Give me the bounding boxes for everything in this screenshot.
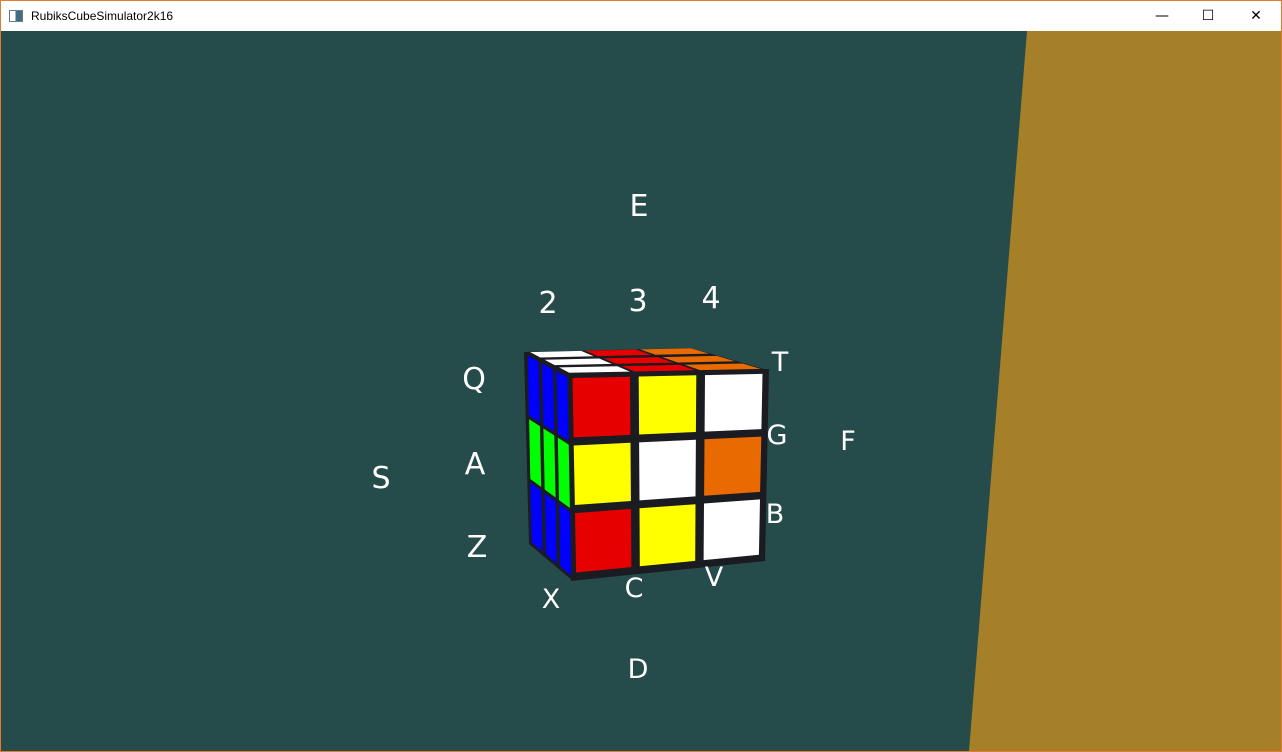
key-label-e: E [630,189,649,224]
left-face-sticker-0-2 [556,371,569,441]
window-controls: — ☐ ✕ [1139,1,1281,31]
window-title: RubiksCubeSimulator2k16 [31,9,174,23]
cube-stickers [527,348,763,576]
key-label-x: X [542,584,561,615]
front-face-sticker-0-0 [572,376,631,438]
title-bar[interactable]: RubiksCubeSimulator2k16 — ☐ ✕ [1,1,1281,31]
front-face-sticker-1-1 [639,439,696,501]
left-face-sticker-0-1 [542,363,555,432]
rubiks-cube[interactable] [524,348,771,581]
front-face-sticker-2-1 [639,504,696,567]
key-label-z: Z [467,530,488,565]
front-face-sticker-2-2 [703,499,760,561]
key-label-q: Q [462,362,486,397]
front-face-sticker-0-2 [704,373,763,432]
front-face-sticker-0-1 [638,375,697,435]
3d-viewport[interactable]: E 2 3 4 Q A S Z T G F B X C V D [1,31,1281,751]
minimize-button[interactable]: — [1139,1,1185,31]
key-label-d: D [628,654,649,685]
close-button[interactable]: ✕ [1231,1,1281,31]
key-label-g: G [767,420,788,451]
key-label-s: S [371,461,390,496]
front-face-sticker-1-0 [573,442,631,505]
key-label-t: T [771,347,789,378]
key-label-4: 4 [701,281,720,316]
left-face-sticker-1-2 [557,437,570,508]
front-face-sticker-2-0 [575,508,632,573]
front-face-sticker-1-2 [704,436,762,496]
app-window: RubiksCubeSimulator2k16 — ☐ ✕ E 2 3 4 Q [0,0,1282,752]
key-label-3: 3 [628,284,647,319]
left-face-sticker-2-1 [544,493,557,564]
left-face-sticker-1-0 [529,419,542,487]
key-label-2: 2 [538,286,557,321]
app-icon [9,10,23,22]
left-face-sticker-2-0 [530,482,543,552]
key-label-f: F [840,426,856,457]
left-face-sticker-0-0 [527,355,540,423]
maximize-button[interactable]: ☐ [1185,1,1231,31]
key-label-c: C [625,573,644,604]
key-label-b: B [766,499,785,530]
key-label-v: V [705,562,724,593]
left-face-sticker-2-2 [559,504,572,576]
left-face-sticker-1-1 [543,428,556,498]
key-label-a: A [465,447,486,482]
